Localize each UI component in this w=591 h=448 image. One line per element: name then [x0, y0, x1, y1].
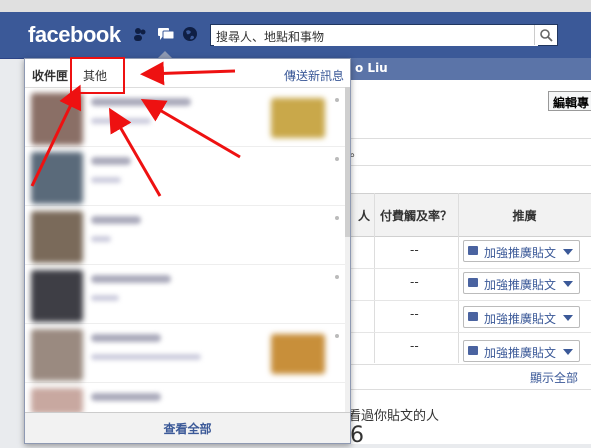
annotation-arrows	[30, 61, 241, 197]
annotation-arrow	[30, 84, 82, 187]
annotation-arrow	[140, 61, 236, 86]
annotation-arrow	[140, 98, 241, 159]
annotation-arrow	[108, 107, 162, 197]
